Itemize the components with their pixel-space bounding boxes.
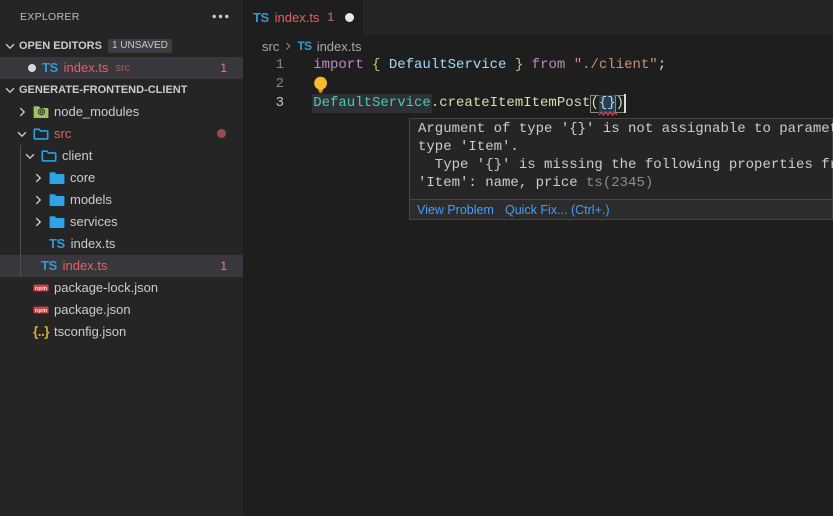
svg-text:npm: npm bbox=[35, 285, 48, 291]
svg-text:npm: npm bbox=[35, 307, 48, 313]
